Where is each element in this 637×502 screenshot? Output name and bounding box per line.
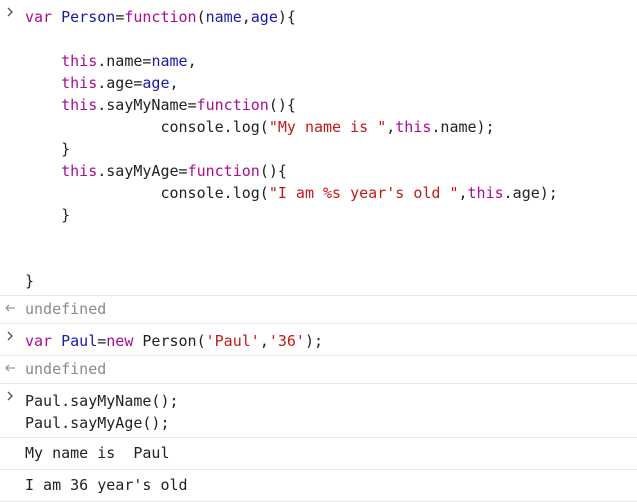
code-token: ( [196,8,206,26]
code-line: this.name=name, [25,50,637,72]
code-token: function [124,8,197,26]
code-token: ){ [277,8,296,26]
result-value: undefined [25,360,107,378]
code-token: ); [304,332,324,350]
code-token: = [115,8,125,26]
code-token: this [395,118,432,136]
code-line: } [25,138,637,160]
return-arrow-icon [4,360,16,376]
code-token: name [151,52,188,70]
code-token: Person( [133,332,206,350]
chevron-right-icon [4,4,16,20]
code-token: this [61,162,98,180]
log-message: My name is Paul [25,444,170,462]
code-token: age [142,74,170,92]
code-line: var Person=function(name,age){ [25,6,637,28]
code-token: , [458,184,468,202]
code-token: var [25,332,53,350]
code-token: age [250,8,278,26]
console-input-entry: Paul.sayMyName(); Paul.sayMyAge(); [0,384,637,438]
code-token: name [205,8,242,26]
code-token: , [169,74,179,92]
code-token: console.log( [25,118,269,136]
return-arrow-icon [4,300,16,316]
code-line: console.log("I am %s year's old ",this.a… [25,182,637,204]
code-token: console.log( [25,184,269,202]
code-token: this [61,96,98,114]
code-line: } [25,204,637,226]
code-token: "My name is " [268,118,387,136]
code-token: .age= [97,74,143,92]
console-result-entry: undefined [0,296,637,324]
chevron-right-icon [4,388,16,404]
console-log-entry: My name is Paul [0,438,637,470]
code-token: new [106,332,134,350]
code-token: this [61,74,98,92]
code-token: = [97,332,107,350]
chevron-right-icon [4,328,16,344]
code-token: } [25,272,35,290]
code-token: function [187,162,260,180]
code-token: (){ [259,162,287,180]
code-token: Paul.sayMyAge(); [25,414,170,432]
code-line: console.log("My name is ",this.name); [25,116,637,138]
console-log-entry: I am 36 year's old [0,470,637,502]
code-token: , [187,52,197,70]
code-line: this.sayMyAge=function(){ [25,160,637,182]
code-token: } [25,206,71,224]
console-input-entry: var Person=function(name,age){ this.name… [0,0,637,296]
console-result-entry: undefined [0,356,637,384]
code-token: .name= [97,52,152,70]
code-token: 'Paul' [205,332,260,350]
code-line: } [25,270,637,292]
code-token: , [386,118,396,136]
code-line: Paul.sayMyName(); [25,390,637,412]
code-token: .sayMyAge= [97,162,188,180]
code-token: Paul.sayMyName(); [25,392,179,410]
code-line: this.sayMyName=function(){ [25,94,637,116]
log-message: I am 36 year's old [25,476,188,494]
devtools-console: var Person=function(name,age){ this.name… [0,0,637,502]
code-line: this.age=age, [25,72,637,94]
code-token: , [241,8,251,26]
code-token: } [25,140,71,158]
code-token: this [467,184,504,202]
code-token: Paul [61,332,98,350]
console-input-entry: var Paul=new Person('Paul','36'); [0,324,637,356]
code-token: (){ [268,96,296,114]
code-token: .sayMyName= [97,96,197,114]
code-line: var Paul=new Person('Paul','36'); [25,330,637,352]
code-token: , [259,332,269,350]
code-token: '36' [268,332,305,350]
code-token: .age); [503,184,558,202]
code-token: Person [61,8,116,26]
code-line: Paul.sayMyAge(); [25,412,637,434]
code-token: var [25,8,53,26]
code-token: this [61,52,98,70]
code-token: .name); [431,118,495,136]
result-value: undefined [25,300,107,318]
code-token: "I am %s year's old " [268,184,459,202]
code-token: function [196,96,269,114]
